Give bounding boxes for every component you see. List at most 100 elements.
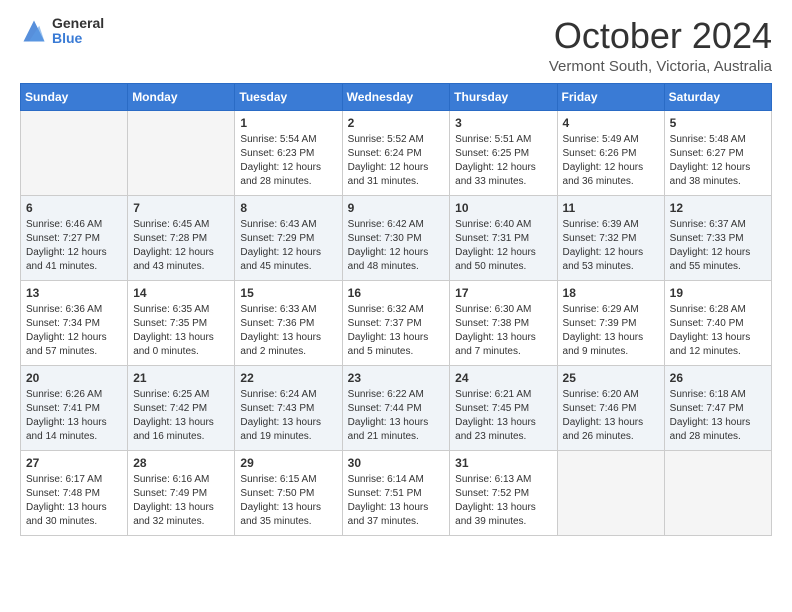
daylight-hours-text: Daylight: 13 hours (240, 332, 321, 343)
daylight-minutes-text: and 45 minutes. (240, 261, 311, 272)
sunset-text: Sunset: 7:33 PM (670, 233, 744, 244)
daylight-hours-text: Daylight: 12 hours (563, 247, 644, 258)
daylight-hours-text: Daylight: 13 hours (348, 417, 429, 428)
daylight-hours-text: Daylight: 13 hours (133, 502, 214, 513)
day-number: 4 (563, 115, 659, 132)
day-number: 28 (133, 455, 229, 472)
daylight-minutes-text: and 31 minutes. (348, 176, 419, 187)
daylight-minutes-text: and 5 minutes. (348, 346, 414, 357)
day-number: 29 (240, 455, 336, 472)
calendar-header-row: SundayMondayTuesdayWednesdayThursdayFrid… (21, 83, 772, 110)
calendar-cell: 24Sunrise: 6:21 AMSunset: 7:45 PMDayligh… (450, 365, 557, 450)
calendar-cell: 10Sunrise: 6:40 AMSunset: 7:31 PMDayligh… (450, 195, 557, 280)
daylight-hours-text: Daylight: 12 hours (348, 162, 429, 173)
sunrise-text: Sunrise: 5:51 AM (455, 134, 531, 145)
sunset-text: Sunset: 6:26 PM (563, 148, 637, 159)
daylight-hours-text: Daylight: 13 hours (26, 502, 107, 513)
sunset-text: Sunset: 7:28 PM (133, 233, 207, 244)
day-number: 20 (26, 370, 122, 387)
sunset-text: Sunset: 6:23 PM (240, 148, 314, 159)
sunset-text: Sunset: 7:32 PM (563, 233, 637, 244)
day-number: 17 (455, 285, 551, 302)
calendar-cell: 19Sunrise: 6:28 AMSunset: 7:40 PMDayligh… (664, 280, 771, 365)
day-header-monday: Monday (128, 83, 235, 110)
daylight-hours-text: Daylight: 13 hours (133, 332, 214, 343)
calendar-cell: 25Sunrise: 6:20 AMSunset: 7:46 PMDayligh… (557, 365, 664, 450)
month-title: October 2024 (549, 16, 772, 56)
sunrise-text: Sunrise: 6:22 AM (348, 389, 424, 400)
daylight-hours-text: Daylight: 13 hours (348, 332, 429, 343)
calendar-cell: 23Sunrise: 6:22 AMSunset: 7:44 PMDayligh… (342, 365, 450, 450)
logo: General Blue (20, 16, 104, 47)
day-number: 9 (348, 200, 445, 217)
day-number: 14 (133, 285, 229, 302)
daylight-hours-text: Daylight: 13 hours (563, 417, 644, 428)
sunrise-text: Sunrise: 5:52 AM (348, 134, 424, 145)
calendar-cell: 26Sunrise: 6:18 AMSunset: 7:47 PMDayligh… (664, 365, 771, 450)
daylight-hours-text: Daylight: 12 hours (348, 247, 429, 258)
sunset-text: Sunset: 7:36 PM (240, 318, 314, 329)
calendar-cell: 20Sunrise: 6:26 AMSunset: 7:41 PMDayligh… (21, 365, 128, 450)
sunrise-text: Sunrise: 6:39 AM (563, 219, 639, 230)
sunset-text: Sunset: 7:52 PM (455, 488, 529, 499)
day-header-friday: Friday (557, 83, 664, 110)
daylight-hours-text: Daylight: 12 hours (26, 247, 107, 258)
day-number: 6 (26, 200, 122, 217)
sunset-text: Sunset: 7:44 PM (348, 403, 422, 414)
logo-icon (20, 17, 48, 45)
daylight-minutes-text: and 32 minutes. (133, 516, 204, 527)
calendar-cell: 5Sunrise: 5:48 AMSunset: 6:27 PMDaylight… (664, 110, 771, 195)
daylight-minutes-text: and 57 minutes. (26, 346, 97, 357)
sunrise-text: Sunrise: 6:21 AM (455, 389, 531, 400)
daylight-hours-text: Daylight: 13 hours (455, 502, 536, 513)
sunrise-text: Sunrise: 6:14 AM (348, 474, 424, 485)
daylight-hours-text: Daylight: 12 hours (26, 332, 107, 343)
day-number: 7 (133, 200, 229, 217)
daylight-minutes-text: and 53 minutes. (563, 261, 634, 272)
sunset-text: Sunset: 7:40 PM (670, 318, 744, 329)
sunrise-text: Sunrise: 6:29 AM (563, 304, 639, 315)
sunset-text: Sunset: 7:29 PM (240, 233, 314, 244)
daylight-minutes-text: and 12 minutes. (670, 346, 741, 357)
sunrise-text: Sunrise: 6:30 AM (455, 304, 531, 315)
calendar-cell: 3Sunrise: 5:51 AMSunset: 6:25 PMDaylight… (450, 110, 557, 195)
day-header-tuesday: Tuesday (235, 83, 342, 110)
day-number: 8 (240, 200, 336, 217)
day-number: 26 (670, 370, 766, 387)
daylight-hours-text: Daylight: 12 hours (240, 162, 321, 173)
sunrise-text: Sunrise: 6:37 AM (670, 219, 746, 230)
header: General Blue October 2024 Vermont South,… (20, 16, 772, 75)
calendar-cell: 6Sunrise: 6:46 AMSunset: 7:27 PMDaylight… (21, 195, 128, 280)
daylight-hours-text: Daylight: 13 hours (240, 417, 321, 428)
daylight-minutes-text: and 35 minutes. (240, 516, 311, 527)
calendar-week-row: 1Sunrise: 5:54 AMSunset: 6:23 PMDaylight… (21, 110, 772, 195)
calendar-cell: 18Sunrise: 6:29 AMSunset: 7:39 PMDayligh… (557, 280, 664, 365)
daylight-minutes-text: and 36 minutes. (563, 176, 634, 187)
calendar-cell: 7Sunrise: 6:45 AMSunset: 7:28 PMDaylight… (128, 195, 235, 280)
calendar-cell: 8Sunrise: 6:43 AMSunset: 7:29 PMDaylight… (235, 195, 342, 280)
daylight-hours-text: Daylight: 13 hours (563, 332, 644, 343)
calendar-cell: 16Sunrise: 6:32 AMSunset: 7:37 PMDayligh… (342, 280, 450, 365)
calendar-cell: 15Sunrise: 6:33 AMSunset: 7:36 PMDayligh… (235, 280, 342, 365)
calendar-cell: 14Sunrise: 6:35 AMSunset: 7:35 PMDayligh… (128, 280, 235, 365)
sunrise-text: Sunrise: 6:15 AM (240, 474, 316, 485)
day-number: 16 (348, 285, 445, 302)
daylight-minutes-text: and 55 minutes. (670, 261, 741, 272)
calendar-cell (557, 450, 664, 535)
day-number: 11 (563, 200, 659, 217)
calendar-week-row: 13Sunrise: 6:36 AMSunset: 7:34 PMDayligh… (21, 280, 772, 365)
sunrise-text: Sunrise: 6:35 AM (133, 304, 209, 315)
day-number: 10 (455, 200, 551, 217)
daylight-hours-text: Daylight: 13 hours (670, 332, 751, 343)
daylight-minutes-text: and 23 minutes. (455, 431, 526, 442)
calendar-cell: 12Sunrise: 6:37 AMSunset: 7:33 PMDayligh… (664, 195, 771, 280)
sunset-text: Sunset: 7:37 PM (348, 318, 422, 329)
daylight-minutes-text: and 7 minutes. (455, 346, 521, 357)
daylight-hours-text: Daylight: 12 hours (670, 162, 751, 173)
daylight-hours-text: Daylight: 13 hours (240, 502, 321, 513)
daylight-minutes-text: and 48 minutes. (348, 261, 419, 272)
daylight-hours-text: Daylight: 12 hours (240, 247, 321, 258)
daylight-minutes-text: and 50 minutes. (455, 261, 526, 272)
daylight-hours-text: Daylight: 13 hours (133, 417, 214, 428)
daylight-hours-text: Daylight: 12 hours (670, 247, 751, 258)
